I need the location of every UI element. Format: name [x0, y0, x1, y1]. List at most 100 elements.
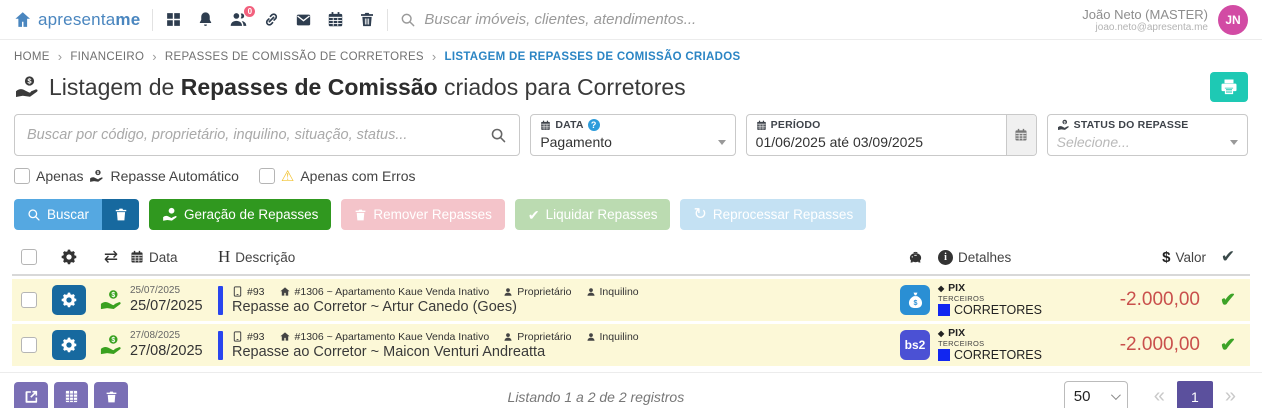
spreadsheet-button[interactable]	[54, 382, 88, 408]
current-page-button[interactable]: 1	[1177, 381, 1213, 408]
user-info: João Neto (MASTER) joao.neto@apresenta.m…	[1082, 7, 1208, 33]
breadcrumb-repasses[interactable]: REPASSES DE COMISSÃO DE CORRETORES	[165, 51, 424, 63]
table-footer: Listando 1 a 2 de 2 registros 50 « 1 »	[0, 372, 1262, 408]
next-page-button[interactable]: »	[1213, 385, 1248, 408]
only-errors-checkbox[interactable]: ⚠ Apenas com Erros	[259, 167, 416, 185]
clear-search-button[interactable]	[102, 199, 139, 230]
listing-summary: Listando 1 a 2 de 2 registros	[128, 389, 1064, 405]
party-proprietario[interactable]: Proprietário	[517, 331, 571, 343]
bank-moneybag-icon[interactable]	[900, 285, 930, 315]
logo-house-icon	[14, 10, 33, 29]
list-search-field	[14, 114, 520, 156]
transfer-icon[interactable]: ⇄	[92, 247, 130, 267]
check-icon: ✔	[528, 208, 540, 222]
row-checkbox[interactable]	[21, 292, 37, 308]
apps-grid-icon[interactable]	[165, 11, 182, 28]
contract-ref[interactable]: #93	[247, 331, 265, 343]
prev-page-button[interactable]: «	[1142, 385, 1177, 408]
page-size-select[interactable]: 50	[1064, 381, 1128, 408]
only-automatic-label: Repasse Automático	[110, 168, 238, 184]
links-icon[interactable]	[263, 11, 280, 28]
date-created: 25/07/2025	[130, 285, 218, 298]
date-type-select[interactable]: DATA ? Pagamento	[530, 114, 735, 156]
user-email: joao.neto@apresenta.me	[1082, 22, 1208, 33]
notifications-bell-icon[interactable]	[197, 11, 214, 28]
person-icon	[503, 332, 513, 342]
party-proprietario[interactable]: Proprietário	[517, 286, 571, 298]
buscar-button[interactable]: Buscar	[14, 199, 102, 230]
checkbox[interactable]	[259, 168, 275, 184]
contacts-users-icon[interactable]: 0	[229, 11, 248, 28]
info-icon: i	[938, 250, 953, 265]
property-ref[interactable]: #1306 ~ Apartamento Kaue Venda Inativo	[295, 286, 490, 298]
status-label: STATUS DO REPASSE	[1074, 119, 1189, 131]
trash-icon[interactable]	[359, 11, 375, 28]
global-search-input[interactable]	[424, 11, 744, 28]
h-icon: H	[218, 247, 230, 267]
pix-icon: ◆	[938, 329, 944, 338]
date-created: 27/08/2025	[130, 330, 218, 343]
select-all-checkbox[interactable]	[21, 249, 37, 265]
gear-icon	[61, 337, 77, 353]
only-automatic-prefix: Apenas	[36, 168, 83, 184]
category-color-square	[938, 304, 950, 316]
row-checkbox[interactable]	[21, 337, 37, 353]
property-ref[interactable]: #1306 ~ Apartamento Kaue Venda Inativo	[295, 331, 490, 343]
calendar-icon	[1014, 128, 1028, 142]
period-input[interactable]	[756, 134, 997, 150]
party-inquilino[interactable]: Inquilino	[600, 331, 639, 343]
filter-checkboxes: Apenas Repasse Automático ⚠ Apenas com E…	[0, 158, 1262, 189]
print-button[interactable]	[1210, 72, 1248, 102]
period-calendar-button[interactable]	[1006, 115, 1036, 155]
breadcrumb: HOME › FINANCEIRO › REPASSES DE COMISSÃO…	[0, 40, 1262, 68]
table-row[interactable]: 27/08/2025 27/08/2025 #93 #1306 ~ Aparta…	[12, 324, 1250, 366]
hand-coin-icon	[99, 289, 123, 311]
gear-icon[interactable]	[61, 249, 77, 265]
user-menu[interactable]: João Neto (MASTER) joao.neto@apresenta.m…	[1082, 5, 1248, 35]
contract-ref[interactable]: #93	[247, 286, 265, 298]
repasses-table: ⇄ Data H Descrição i Detalhes $ Valor ✔	[0, 240, 1262, 366]
list-search-input[interactable]	[27, 127, 490, 143]
geracao-repasses-button[interactable]: Geração de Repasses	[149, 199, 331, 230]
avatar[interactable]: JN	[1218, 5, 1248, 35]
liquidar-repasses-button[interactable]: ✔ Liquidar Repasses	[515, 199, 671, 230]
payment-details: ◆PIX TERCEIROS CORRETORES	[938, 327, 1068, 362]
status-select[interactable]: STATUS DO REPASSE Selecione...	[1047, 114, 1248, 156]
search-icon	[27, 208, 41, 222]
app-logo[interactable]: apresentame	[14, 10, 140, 30]
breadcrumb-financeiro[interactable]: FINANCEIRO	[70, 51, 144, 63]
calendar-icon[interactable]	[327, 11, 344, 28]
row-actions-button[interactable]	[52, 285, 86, 315]
mail-icon[interactable]	[295, 12, 312, 28]
payment-sub: TERCEIROS	[938, 340, 1068, 349]
party-inquilino[interactable]: Inquilino	[600, 286, 639, 298]
search-icon[interactable]	[490, 127, 507, 144]
help-icon[interactable]: ?	[588, 119, 600, 131]
dollar-icon: $	[1162, 249, 1170, 266]
table-row[interactable]: 25/07/2025 25/07/2025 #93 #1306 ~ Aparta…	[12, 279, 1250, 321]
remover-repasses-button[interactable]: Remover Repasses	[341, 199, 505, 230]
column-header-descricao[interactable]: H Descrição	[218, 247, 892, 267]
column-header-detalhes[interactable]: i Detalhes	[938, 250, 1068, 265]
export-button[interactable]	[14, 382, 48, 408]
home-icon	[279, 331, 291, 342]
column-header-status[interactable]: ✔	[1206, 247, 1250, 267]
checkbox[interactable]	[14, 168, 30, 184]
breadcrumb-home[interactable]: HOME	[14, 51, 50, 63]
row-accent-bar	[218, 286, 223, 315]
reprocessar-repasses-button[interactable]: ↻ Reprocessar Repasses	[680, 199, 866, 230]
calendar-icon	[756, 120, 767, 131]
repasse-description: Repasse ao Corretor ~ Maicon Venturi And…	[232, 344, 639, 360]
bank-bs2-logo[interactable]: bs2	[900, 330, 930, 360]
date-payment: 27/08/2025	[130, 342, 218, 360]
person-icon	[586, 287, 596, 297]
column-header-data[interactable]: Data	[130, 250, 218, 265]
top-navigation-bar: apresentame 0 João Neto (MASTER) joao.ne…	[0, 0, 1262, 40]
only-automatic-checkbox[interactable]: Apenas Repasse Automático	[14, 168, 239, 184]
delete-button[interactable]	[94, 382, 128, 408]
column-header-valor[interactable]: $ Valor	[1068, 249, 1206, 266]
row-actions-button[interactable]	[52, 330, 86, 360]
breadcrumb-separator: ›	[152, 49, 157, 64]
hand-coin-icon	[99, 334, 123, 356]
row-accent-bar	[218, 331, 223, 360]
